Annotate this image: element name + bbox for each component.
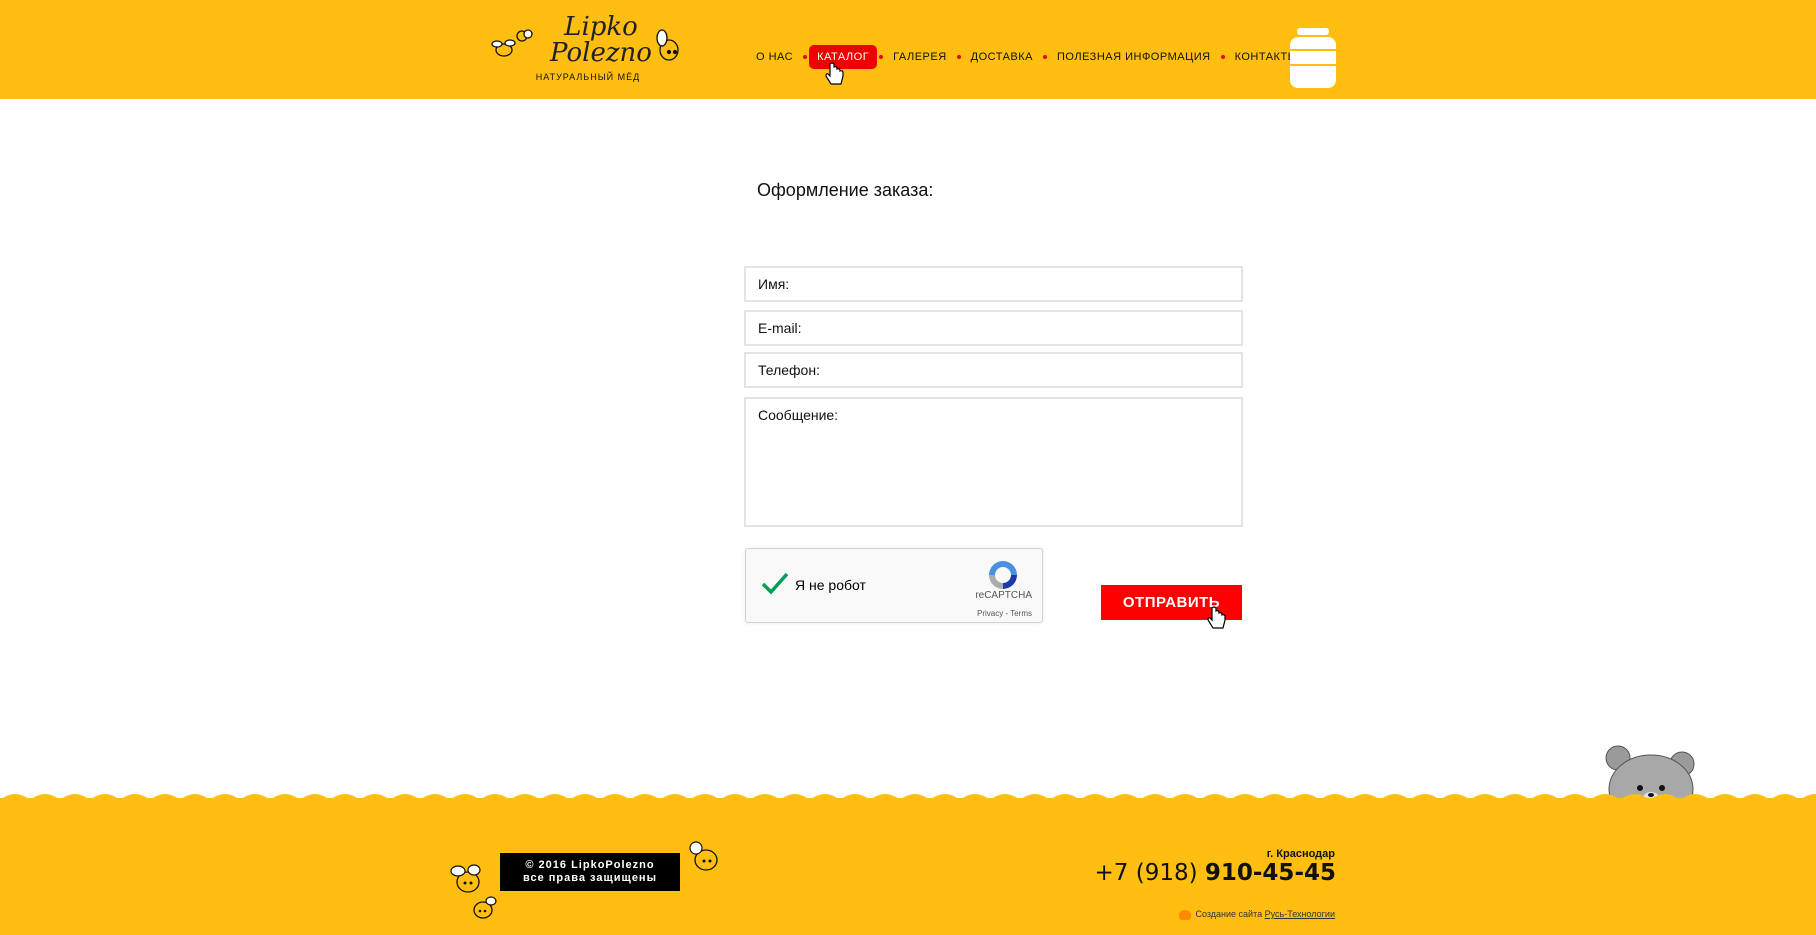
- recaptcha-widget: Я не робот reCAPTCHA Privacy - Terms: [745, 548, 1043, 623]
- recaptcha-logo-icon: [989, 561, 1017, 589]
- developer-logo-icon: [1179, 909, 1192, 920]
- checkmark-icon[interactable]: [760, 569, 790, 599]
- footer-credits: Создание сайта Русь-Технологии: [1179, 909, 1335, 920]
- copyright-badge: © 2016 LipkoPolezno все права защищены: [500, 853, 680, 891]
- nav-separator: [956, 55, 961, 59]
- honey-jar-icon[interactable]: [1290, 28, 1336, 88]
- page-title: Оформление заказа:: [757, 180, 934, 200]
- jar-lid: [1297, 28, 1329, 35]
- bee-icon: [689, 841, 718, 871]
- credits-link[interactable]: Русь-Технологии: [1265, 909, 1335, 919]
- nav-separator: [803, 55, 808, 59]
- jar-body: [1290, 37, 1336, 88]
- nav-separator: [1220, 55, 1225, 59]
- jar-band: [1290, 64, 1336, 66]
- credits-text: Создание сайта: [1195, 909, 1263, 919]
- logo-wordmark: Lipko Polezno: [531, 14, 671, 66]
- site-header: Lipko Polezno НАТУРАЛЬНЫЙ МЁД О НАС КАТА…: [0, 0, 1816, 99]
- phone-prefix: +7 (918): [1094, 860, 1205, 886]
- nav-item-useful-info[interactable]: ПОЛЕЗНАЯ ИНФОРМАЦИЯ: [1049, 45, 1219, 69]
- nav-item-gallery[interactable]: ГАЛЕРЕЯ: [885, 45, 954, 69]
- copyright-line-2: все права защищены: [523, 872, 657, 884]
- site-logo[interactable]: Lipko Polezno НАТУРАЛЬНЫЙ МЁД: [486, 8, 690, 86]
- name-field[interactable]: [744, 266, 1243, 302]
- logo-subtitle: НАТУРАЛЬНЫЙ МЁД: [535, 72, 641, 82]
- logo-line-1: Lipko: [564, 12, 638, 42]
- jar-band: [1290, 49, 1336, 51]
- email-field[interactable]: [744, 310, 1243, 346]
- bee-icon: [450, 864, 481, 893]
- phone-number: 910-45-45: [1204, 860, 1336, 886]
- captcha-label: Я не робот: [795, 577, 866, 593]
- hand-cursor-icon: [825, 62, 844, 85]
- message-field[interactable]: [744, 397, 1243, 527]
- captcha-brand: reCAPTCHA: [975, 590, 1032, 601]
- logo-line-2: Polezno: [550, 38, 652, 68]
- nav-item-delivery[interactable]: ДОСТАВКА: [963, 45, 1041, 69]
- nav-separator: [879, 55, 884, 59]
- phone-field[interactable]: [744, 352, 1243, 388]
- footer-city: г. Краснодар: [1266, 848, 1335, 860]
- copyright-line-1: © 2016 LipkoPolezno: [525, 859, 655, 871]
- hand-cursor-icon: [1207, 606, 1226, 629]
- bee-icon: [473, 896, 497, 919]
- nav-item-about[interactable]: О НАС: [748, 45, 801, 69]
- nav-separator: [1043, 55, 1048, 59]
- footer-phone[interactable]: +7 (918) 910-45-45: [1095, 860, 1337, 886]
- captcha-links[interactable]: Privacy - Terms: [977, 609, 1032, 618]
- site-footer: [0, 798, 1816, 935]
